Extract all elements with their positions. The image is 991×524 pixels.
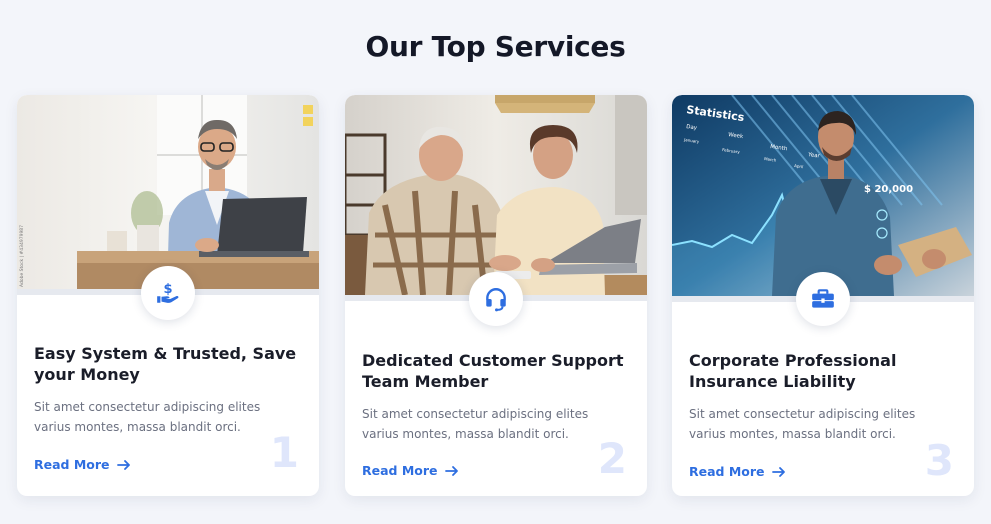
card-description: Sit amet consectetur adipiscing elites v… [362, 407, 589, 441]
stats-value: $ 20,000 [864, 184, 913, 195]
card-title: Easy System & Trusted, Save your Money [34, 344, 297, 384]
read-more-link[interactable]: Read More [34, 457, 131, 472]
card-number: 3 [924, 436, 954, 485]
service-icon-badge: $ [141, 266, 195, 320]
card-description: Sit amet consectetur adipiscing elites v… [34, 400, 261, 434]
arrow-right-icon [116, 459, 130, 470]
service-card[interactable]: Dedicated Customer Support Team Member S… [345, 95, 647, 496]
card-description: Sit amet consectetur adipiscing elites v… [689, 407, 916, 441]
card-photo [345, 95, 647, 295]
svg-text:$: $ [163, 282, 172, 297]
card-title: Dedicated Customer Support Team Member [362, 351, 624, 391]
read-more-label: Read More [34, 457, 110, 472]
photo-watermark: Adobe Stock | #434979987 [19, 225, 25, 287]
card-photo: Statistics Day Week Month Year January F… [672, 95, 974, 296]
read-more-label: Read More [362, 463, 438, 478]
read-more-link[interactable]: Read More [689, 464, 786, 479]
arrow-right-icon [771, 466, 785, 477]
section-title: Our Top Services [365, 30, 626, 63]
briefcase-icon [812, 289, 834, 308]
card-photo: Adobe Stock | #434979987 [17, 95, 319, 289]
read-more-label: Read More [689, 464, 765, 479]
headset-icon [486, 288, 506, 312]
hand-dollar-icon: $ [157, 282, 179, 303]
read-more-link[interactable]: Read More [362, 463, 459, 478]
card-number: 1 [269, 428, 299, 477]
arrow-right-icon [444, 465, 458, 476]
service-icon-badge [796, 272, 850, 326]
card-title: Corporate Professional Insurance Liabili… [689, 351, 897, 391]
service-icon-badge [469, 272, 523, 326]
service-card[interactable]: Statistics Day Week Month Year January F… [672, 95, 974, 496]
service-card[interactable]: Adobe Stock | #434979987 $ Easy System &… [17, 95, 319, 496]
card-number: 2 [597, 434, 627, 483]
